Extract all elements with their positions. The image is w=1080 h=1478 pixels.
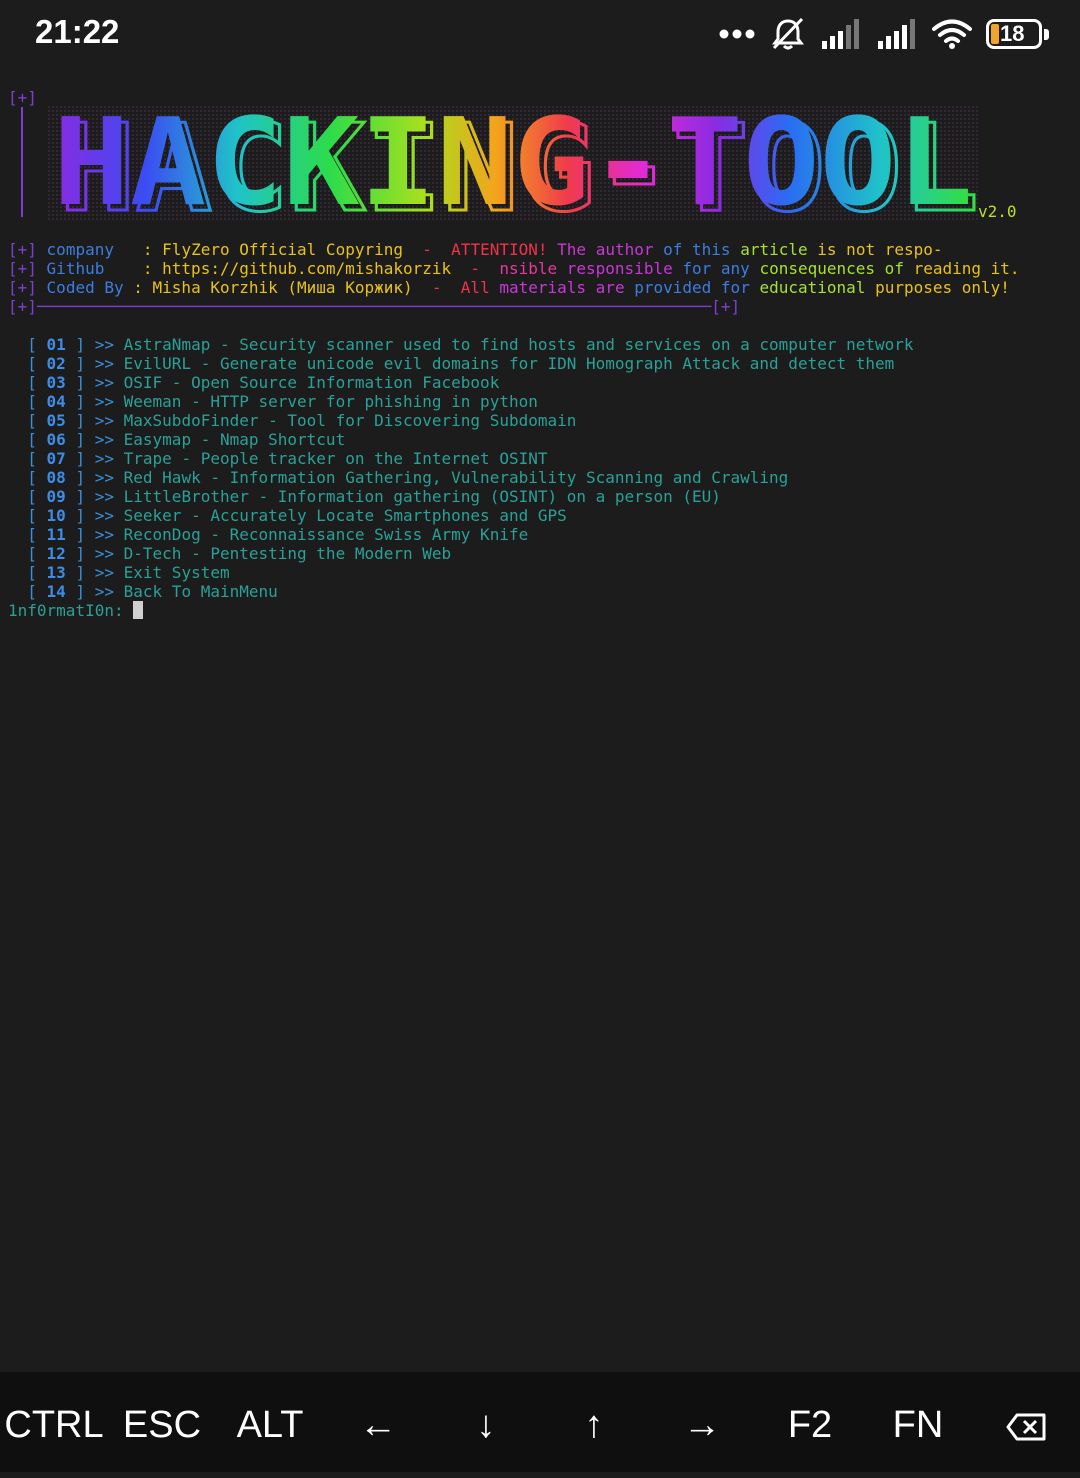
menu-item-index: 12 bbox=[46, 544, 66, 563]
menu-item-06[interactable]: [ 06 ] >> Easymap - Nmap Shortcut bbox=[8, 430, 1072, 449]
menu-item-12[interactable]: [ 12 ] >> D-Tech - Pentesting the Modern… bbox=[8, 544, 1072, 563]
menu-item-index: 08 bbox=[46, 468, 66, 487]
menu-item-label: Seeker - Accurately Locate Smartphones a… bbox=[123, 506, 567, 525]
signal-2-icon bbox=[878, 19, 915, 49]
menu-list: [ 01 ] >> AstraNmap - Security scanner u… bbox=[8, 335, 1072, 601]
menu-item-13[interactable]: [ 13 ] >> Exit System bbox=[8, 563, 1072, 582]
menu-item-label: LittleBrother - Information gathering (O… bbox=[123, 487, 721, 506]
menu-item-label: MaxSubdoFinder - Tool for Discovering Su… bbox=[123, 411, 577, 430]
key-fn[interactable]: FN bbox=[864, 1372, 972, 1472]
menu-item-10[interactable]: [ 10 ] >> Seeker - Accurately Locate Sma… bbox=[8, 506, 1072, 525]
banner: [+] HACKING-TOOL HACKING-TOOL v2.0 bbox=[8, 88, 1072, 222]
clock: 21:22 bbox=[35, 13, 120, 50]
battery-level: 18 bbox=[1000, 21, 1025, 46]
info-line-coded-by: [+] Coded By : Misha Korzhik (Миша Коржи… bbox=[8, 278, 1010, 297]
extra-keys-bar: CTRL ESC ALT ← ↓ ↑ → F2 FN bbox=[0, 1372, 1080, 1472]
text-cursor bbox=[133, 601, 144, 619]
menu-item-03[interactable]: [ 03 ] >> OSIF - Open Source Information… bbox=[8, 373, 1072, 392]
menu-item-index: 07 bbox=[46, 449, 66, 468]
menu-item-label: OSIF - Open Source Information Facebook bbox=[123, 373, 500, 392]
key-ctrl[interactable]: CTRL bbox=[0, 1372, 108, 1472]
menu-item-label: Red Hawk - Information Gathering, Vulner… bbox=[123, 468, 789, 487]
info-line-github: [+] Github : https://github.com/mishakor… bbox=[8, 259, 1020, 278]
menu-item-index: 14 bbox=[46, 582, 66, 601]
menu-item-label: D-Tech - Pentesting the Modern Web bbox=[123, 544, 452, 563]
key-alt[interactable]: ALT bbox=[216, 1372, 324, 1472]
menu-item-label: Easymap - Nmap Shortcut bbox=[123, 430, 346, 449]
menu-item-label: EvilURL - Generate unicode evil domains … bbox=[123, 354, 895, 373]
menu-item-01[interactable]: [ 01 ] >> AstraNmap - Security scanner u… bbox=[8, 335, 1072, 354]
menu-item-07[interactable]: [ 07 ] >> Trape - People tracker on the … bbox=[8, 449, 1072, 468]
menu-item-index: 09 bbox=[46, 487, 66, 506]
backspace-icon bbox=[1006, 1413, 1046, 1441]
key-down-arrow[interactable]: ↓ bbox=[432, 1372, 540, 1472]
menu-item-index: 06 bbox=[46, 430, 66, 449]
menu-item-label: AstraNmap - Security scanner used to fin… bbox=[123, 335, 914, 354]
more-dots-icon bbox=[719, 29, 755, 39]
bell-muted-icon bbox=[772, 17, 804, 50]
menu-item-label: ReconDog - Reconnaissance Swiss Army Kni… bbox=[123, 525, 529, 544]
menu-item-14[interactable]: [ 14 ] >> Back To MainMenu bbox=[8, 582, 1072, 601]
key-up-arrow[interactable]: ↑ bbox=[540, 1372, 648, 1472]
banner-logo-text: HACKING-TOOL bbox=[53, 106, 973, 221]
menu-item-05[interactable]: [ 05 ] >> MaxSubdoFinder - Tool for Disc… bbox=[8, 411, 1072, 430]
menu-item-02[interactable]: [ 02 ] >> EvilURL - Generate unicode evi… bbox=[8, 354, 1072, 373]
signal-1-icon bbox=[822, 19, 859, 49]
key-right-arrow[interactable]: → bbox=[648, 1372, 756, 1472]
banner-bracket: [+] bbox=[8, 88, 44, 222]
menu-item-index: 02 bbox=[46, 354, 66, 373]
menu-item-04[interactable]: [ 04 ] >> Weeman - HTTP server for phish… bbox=[8, 392, 1072, 411]
wifi-icon bbox=[932, 19, 972, 49]
menu-item-index: 03 bbox=[46, 373, 66, 392]
menu-item-11[interactable]: [ 11 ] >> ReconDog - Reconnaissance Swis… bbox=[8, 525, 1072, 544]
menu-item-label: Back To MainMenu bbox=[123, 582, 278, 601]
prompt-label: 1nf0rmatI0n: bbox=[8, 601, 124, 620]
key-esc[interactable]: ESC bbox=[108, 1372, 216, 1472]
menu-item-index: 04 bbox=[46, 392, 66, 411]
battery-icon: 18 bbox=[986, 19, 1050, 49]
menu-item-index: 11 bbox=[46, 525, 66, 544]
status-bar: 21:22 18 bbox=[0, 0, 1080, 70]
menu-item-08[interactable]: [ 08 ] >> Red Hawk - Information Gatheri… bbox=[8, 468, 1072, 487]
key-backspace[interactable] bbox=[972, 1372, 1080, 1472]
menu-item-label: Trape - People tracker on the Internet O… bbox=[123, 449, 548, 468]
banner-logo: HACKING-TOOL HACKING-TOOL bbox=[48, 106, 978, 221]
menu-item-index: 05 bbox=[46, 411, 66, 430]
menu-item-index: 10 bbox=[46, 506, 66, 525]
menu-item-label: Weeman - HTTP server for phishing in pyt… bbox=[123, 392, 538, 411]
menu-item-index: 13 bbox=[46, 563, 66, 582]
terminal-output[interactable]: [+] HACKING-TOOL HACKING-TOOL v2.0 [+] c… bbox=[8, 88, 1072, 620]
menu-item-09[interactable]: [ 09 ] >> LittleBrother - Information ga… bbox=[8, 487, 1072, 506]
version-label: v2.0 bbox=[978, 202, 1017, 221]
input-prompt[interactable]: 1nf0rmatI0n: bbox=[8, 601, 1072, 620]
menu-item-label: Exit System bbox=[123, 563, 230, 582]
key-f2[interactable]: F2 bbox=[756, 1372, 864, 1472]
info-divider: [+]─────────────────────────────────────… bbox=[8, 297, 741, 316]
info-line-company: [+] company : FlyZero Official Copyring … bbox=[8, 240, 943, 259]
status-icons: 18 bbox=[718, 14, 1050, 54]
menu-item-index: 01 bbox=[46, 335, 66, 354]
key-left-arrow[interactable]: ← bbox=[324, 1372, 432, 1472]
